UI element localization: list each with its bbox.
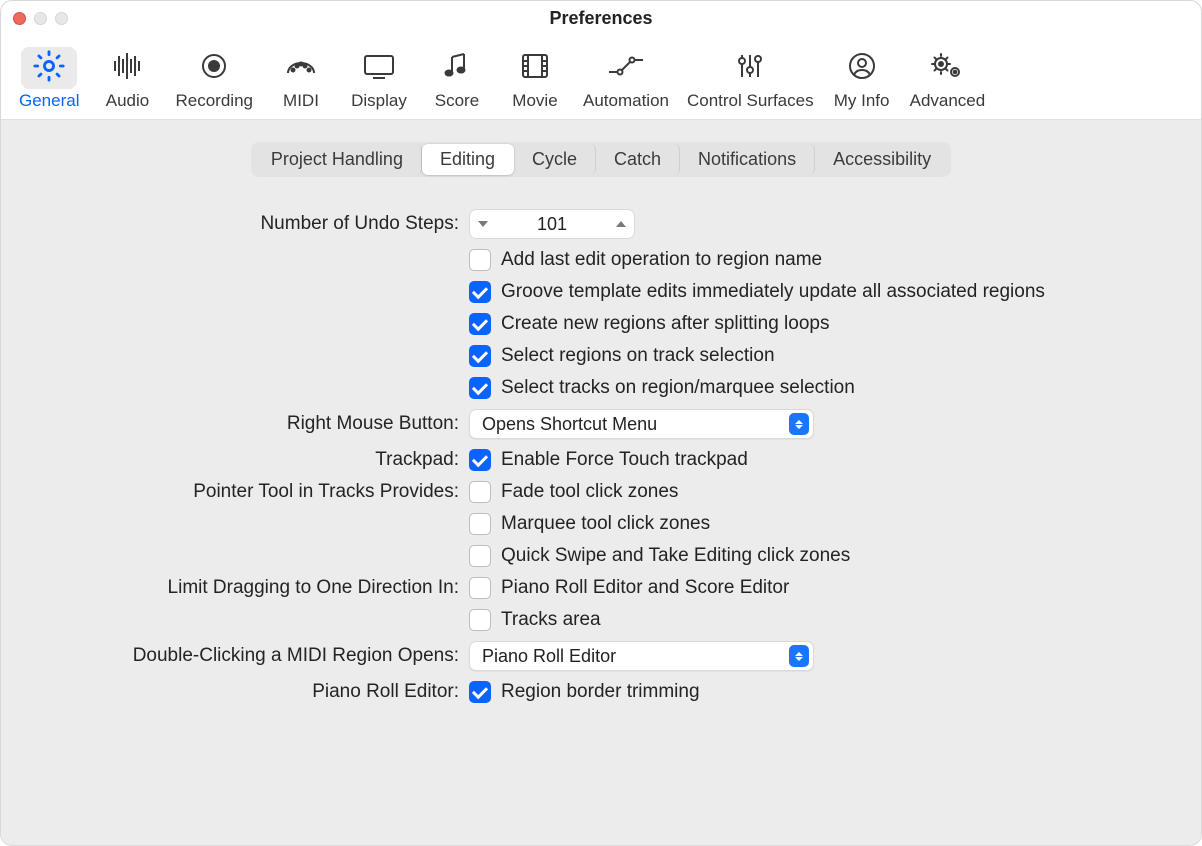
checkbox-label: Tracks area (501, 609, 601, 631)
right-mouse-select[interactable]: Opens Shortcut Menu (469, 409, 814, 439)
checkbox-marquee-tool[interactable] (469, 513, 491, 535)
undo-steps-stepper[interactable]: 101 (469, 209, 635, 239)
tab-movie[interactable]: Movie (497, 43, 573, 117)
subtab-project-handling[interactable]: Project Handling (253, 144, 422, 175)
titlebar: Preferences (1, 1, 1201, 35)
gears-icon (929, 51, 965, 86)
subtab-notifications[interactable]: Notifications (680, 144, 815, 175)
double-click-label: Double-Clicking a MIDI Region Opens: (29, 645, 469, 667)
checkbox-piano-score-editor[interactable] (469, 577, 491, 599)
subtab-cycle[interactable]: Cycle (514, 144, 596, 175)
double-click-select[interactable]: Piano Roll Editor (469, 641, 814, 671)
piano-roll-editor-label: Piano Roll Editor: (29, 681, 469, 703)
checkbox-label: Create new regions after splitting loops (501, 313, 829, 335)
tab-recording[interactable]: Recording (167, 43, 261, 117)
waveform-icon (107, 51, 147, 86)
checkbox-quick-swipe[interactable] (469, 545, 491, 567)
subtab-accessibility[interactable]: Accessibility (815, 144, 949, 175)
editing-panel: Project Handling Editing Cycle Catch Not… (29, 142, 1173, 723)
updown-icon (789, 413, 809, 435)
display-icon (361, 51, 397, 86)
preferences-window: Preferences General Audio Recording (0, 0, 1202, 846)
tab-my-info[interactable]: My Info (824, 43, 900, 117)
checkbox-fade-tool[interactable] (469, 481, 491, 503)
checkbox-region-border-trim[interactable] (469, 681, 491, 703)
sliders-icon (734, 51, 766, 86)
person-circle-icon (847, 51, 877, 86)
tab-midi[interactable]: MIDI (263, 43, 339, 117)
editing-form: Number of Undo Steps: 101 Add last edit … (29, 191, 1173, 723)
checkbox-label: Groove template edits immediately update… (501, 281, 1045, 303)
checkbox-label: Select regions on track selection (501, 345, 775, 367)
chevron-down-icon (478, 221, 488, 227)
trackpad-label: Trackpad: (29, 449, 469, 471)
checkbox-label: Marquee tool click zones (501, 513, 710, 535)
record-icon (199, 51, 229, 86)
checkbox-label: Quick Swipe and Take Editing click zones (501, 545, 850, 567)
gear-icon (32, 49, 66, 88)
midi-icon (284, 51, 318, 86)
right-mouse-label: Right Mouse Button: (29, 413, 469, 435)
music-notes-icon (440, 51, 474, 86)
checkbox-label: Fade tool click zones (501, 481, 678, 503)
checkbox-tracks-area[interactable] (469, 609, 491, 631)
tab-audio[interactable]: Audio (89, 43, 165, 117)
updown-icon (789, 645, 809, 667)
checkbox-label: Piano Roll Editor and Score Editor (501, 577, 789, 599)
content-area: Project Handling Editing Cycle Catch Not… (1, 120, 1201, 845)
pointer-tool-label: Pointer Tool in Tracks Provides: (29, 481, 469, 503)
checkbox-label: Select tracks on region/marquee selectio… (501, 377, 855, 399)
checkbox-groove-template[interactable] (469, 281, 491, 303)
window-title: Preferences (1, 8, 1201, 29)
undo-steps-label: Number of Undo Steps: (29, 213, 469, 235)
checkbox-label: Enable Force Touch trackpad (501, 449, 748, 471)
toolbar: General Audio Recording MIDI (1, 35, 1201, 120)
checkbox-force-touch[interactable] (469, 449, 491, 471)
tab-general[interactable]: General (11, 43, 87, 117)
checkbox-label: Region border trimming (501, 681, 700, 703)
limit-drag-label: Limit Dragging to One Direction In: (29, 577, 469, 599)
checkbox-select-tracks[interactable] (469, 377, 491, 399)
tab-advanced[interactable]: Advanced (902, 43, 994, 117)
checkbox-select-regions[interactable] (469, 345, 491, 367)
checkbox-new-regions-split[interactable] (469, 313, 491, 335)
checkbox-add-last-edit[interactable] (469, 249, 491, 271)
subtab-editing[interactable]: Editing (422, 144, 514, 175)
subtab-catch[interactable]: Catch (596, 144, 680, 175)
checkbox-label: Add last edit operation to region name (501, 249, 822, 271)
automation-icon (606, 52, 646, 85)
sub-tabs: Project Handling Editing Cycle Catch Not… (29, 142, 1173, 177)
chevron-up-icon (616, 221, 626, 227)
tab-control-surfaces[interactable]: Control Surfaces (679, 43, 822, 117)
tab-score[interactable]: Score (419, 43, 495, 117)
tab-display[interactable]: Display (341, 43, 417, 117)
film-icon (519, 51, 551, 86)
tab-automation[interactable]: Automation (575, 43, 677, 117)
